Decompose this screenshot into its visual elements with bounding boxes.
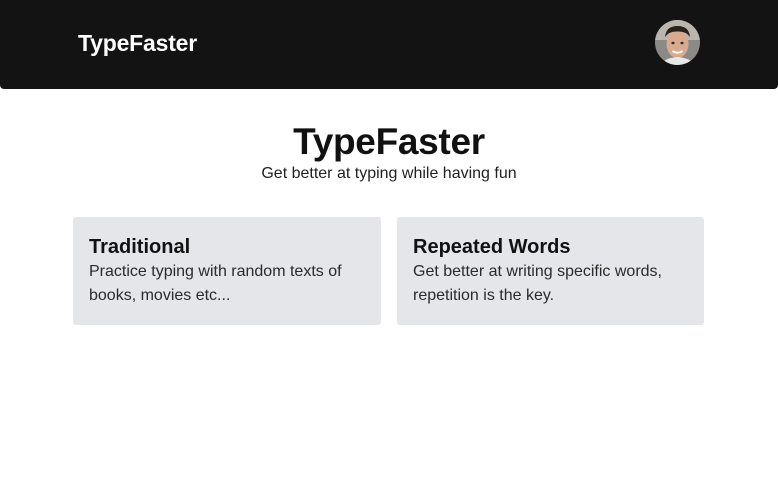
top-navbar: TypeFaster bbox=[0, 0, 778, 89]
mode-card-title: Repeated Words bbox=[413, 236, 571, 258]
brand-logo-link[interactable]: TypeFaster bbox=[78, 28, 197, 58]
mode-card-description: Practice typing with random texts of boo… bbox=[89, 263, 342, 304]
page-subtitle: Get better at typing while having fun bbox=[261, 165, 517, 182]
user-avatar[interactable] bbox=[655, 20, 700, 65]
mode-card-description: Get better at writing specific words, re… bbox=[413, 263, 662, 304]
mode-card-traditional[interactable]: Traditional Practice typing with random … bbox=[73, 217, 381, 325]
user-avatar-icon bbox=[655, 20, 700, 65]
mode-card-repeated-words[interactable]: Repeated Words Get better at writing spe… bbox=[397, 217, 704, 325]
mode-card-title: Traditional bbox=[89, 236, 191, 258]
page-title: TypeFaster bbox=[293, 121, 485, 162]
